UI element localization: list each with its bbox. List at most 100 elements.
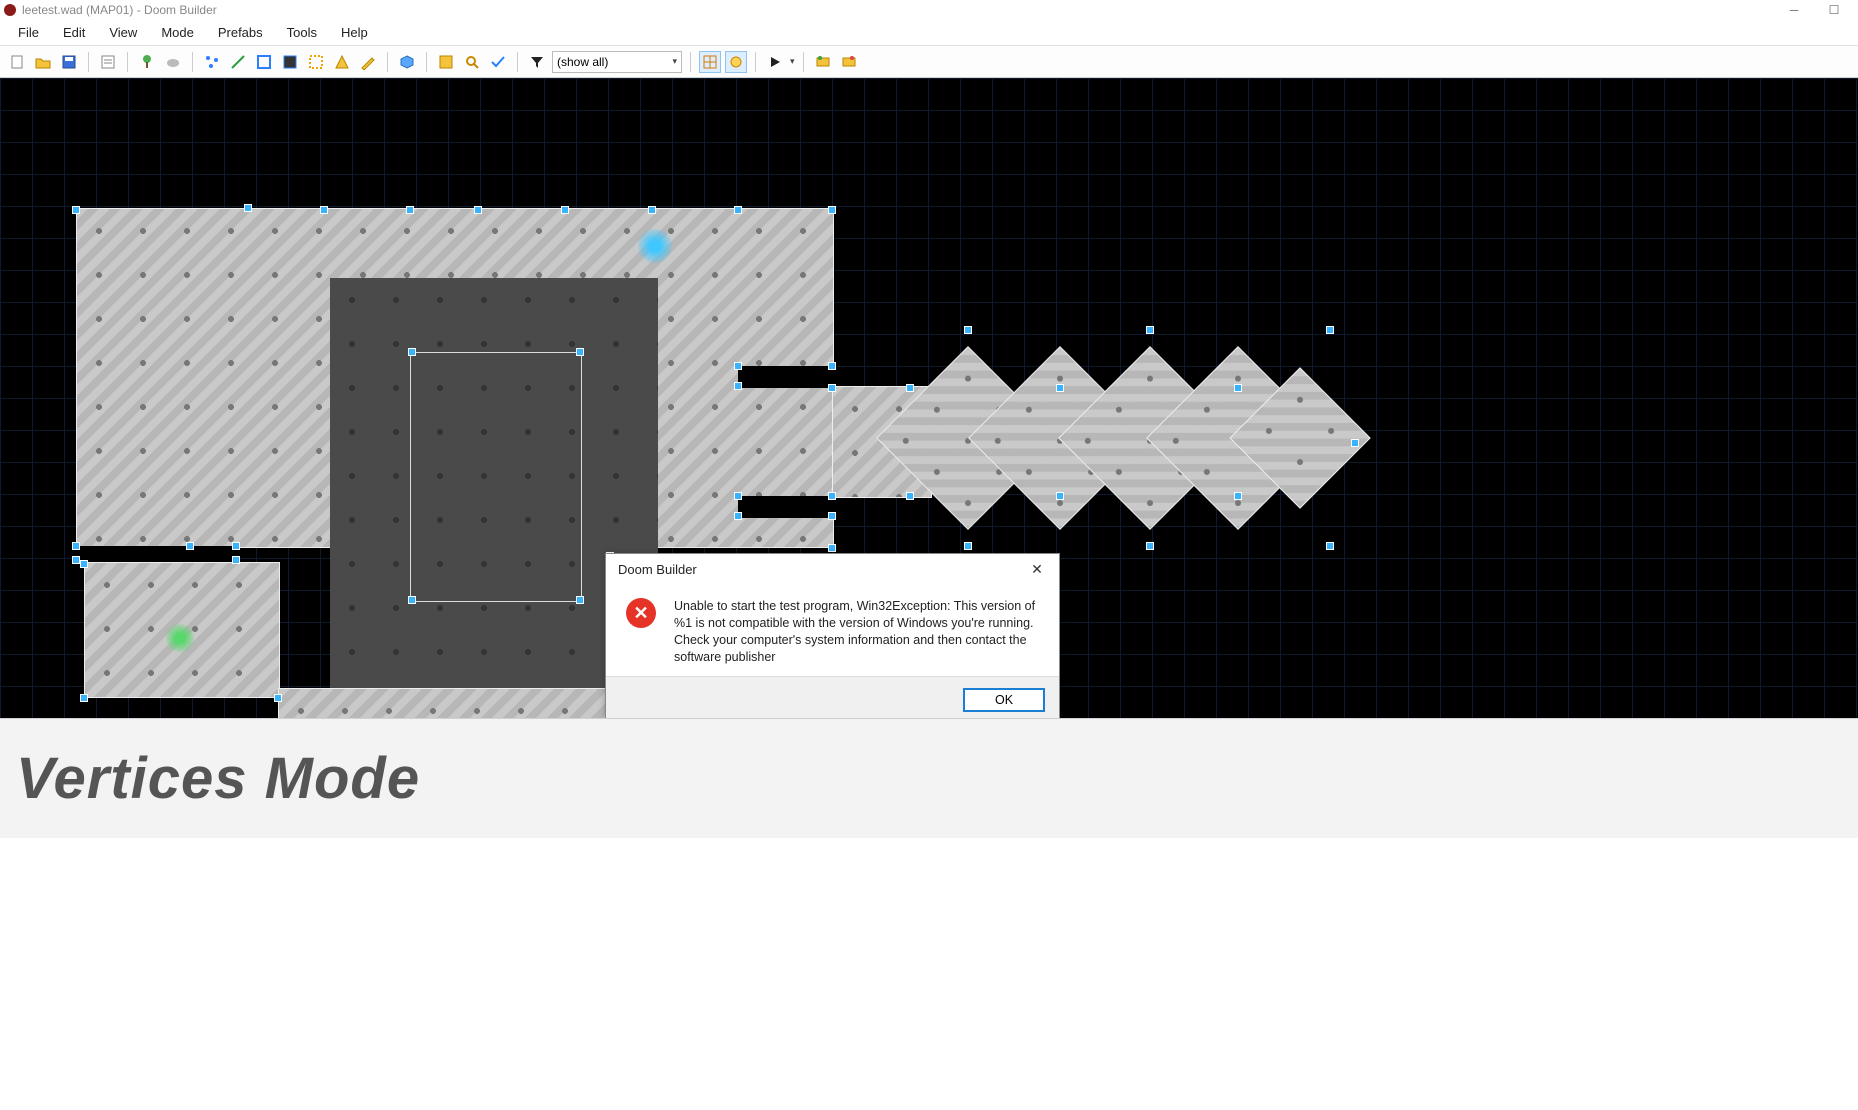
menu-bar: File Edit View Mode Prefabs Tools Help <box>0 20 1858 46</box>
vertex[interactable] <box>80 694 88 702</box>
vertex[interactable] <box>1326 326 1334 334</box>
vertex[interactable] <box>561 206 569 214</box>
menu-file[interactable]: File <box>6 21 51 44</box>
vertex[interactable] <box>72 542 80 550</box>
play-dropdown-arrow[interactable]: ▾ <box>790 56 795 67</box>
vertex[interactable] <box>1351 439 1359 447</box>
vertex[interactable] <box>576 348 584 356</box>
error-dialog: Doom Builder ✕ ✕ Unable to start the tes… <box>605 553 1060 718</box>
brightness-mode-button[interactable] <box>279 51 301 73</box>
vertex[interactable] <box>72 206 80 214</box>
vertex[interactable] <box>828 362 836 370</box>
vertex[interactable] <box>734 362 742 370</box>
dialog-ok-button[interactable]: OK <box>963 688 1045 712</box>
vertex[interactable] <box>828 544 836 552</box>
vertex[interactable] <box>1146 326 1154 334</box>
gap-2 <box>738 366 834 388</box>
vertex[interactable] <box>406 206 414 214</box>
mode-bar: Vertices Mode <box>0 718 1858 838</box>
mode-label: Vertices Mode <box>16 745 420 812</box>
things-mode-button[interactable] <box>305 51 327 73</box>
vertex[interactable] <box>906 492 914 500</box>
vertex[interactable] <box>828 492 836 500</box>
grid-toggle-button[interactable] <box>699 51 721 73</box>
vertex[interactable] <box>1326 542 1334 550</box>
things-cloud-button[interactable] <box>162 51 184 73</box>
vertex[interactable] <box>1234 492 1242 500</box>
plugin-button-2[interactable] <box>838 51 860 73</box>
linedefs-mode-button[interactable] <box>227 51 249 73</box>
script-button[interactable] <box>97 51 119 73</box>
gap-3 <box>738 496 834 518</box>
gap-1 <box>76 546 236 562</box>
vertices-mode-button[interactable] <box>201 51 223 73</box>
menu-prefabs[interactable]: Prefabs <box>206 21 275 44</box>
error-icon: ✕ <box>626 598 656 628</box>
new-file-button[interactable] <box>6 51 28 73</box>
vertex[interactable] <box>408 348 416 356</box>
vertex[interactable] <box>734 382 742 390</box>
vertex[interactable] <box>964 542 972 550</box>
sector-bottom <box>278 688 612 718</box>
open-file-button[interactable] <box>32 51 54 73</box>
vertex[interactable] <box>232 556 240 564</box>
vertex[interactable] <box>244 204 252 212</box>
draw-mode-button[interactable] <box>357 51 379 73</box>
vertex[interactable] <box>1056 384 1064 392</box>
menu-tools[interactable]: Tools <box>275 21 329 44</box>
vertex[interactable] <box>186 542 194 550</box>
app-icon <box>4 4 16 16</box>
dialog-message: Unable to start the test program, Win32E… <box>674 598 1041 666</box>
vertex[interactable] <box>232 542 240 550</box>
dialog-title: Doom Builder <box>618 562 697 577</box>
autosnap-button[interactable] <box>725 51 747 73</box>
make-sector-button[interactable] <box>331 51 353 73</box>
vertex[interactable] <box>906 384 914 392</box>
maximize-button[interactable]: ☐ <box>1814 1 1854 19</box>
minimize-button[interactable]: ─ <box>1774 1 1814 19</box>
vertex[interactable] <box>474 206 482 214</box>
vertex[interactable] <box>320 206 328 214</box>
snap-grid-button[interactable] <box>435 51 457 73</box>
things-tree-button[interactable] <box>136 51 158 73</box>
filter-dropdown-label: (show all) <box>557 55 608 69</box>
vertex[interactable] <box>72 556 80 564</box>
dialog-close-button[interactable]: ✕ <box>1023 558 1051 580</box>
vertex[interactable] <box>964 326 972 334</box>
vertex[interactable] <box>828 384 836 392</box>
vertex[interactable] <box>734 206 742 214</box>
find-button[interactable] <box>461 51 483 73</box>
vertex[interactable] <box>80 560 88 568</box>
filter-dropdown[interactable]: (show all) ▾ <box>552 51 682 73</box>
vertex[interactable] <box>576 596 584 604</box>
menu-edit[interactable]: Edit <box>51 21 97 44</box>
vertex[interactable] <box>648 206 656 214</box>
chevron-down-icon: ▾ <box>672 56 677 67</box>
vertex[interactable] <box>734 492 742 500</box>
toolbar: (show all) ▾ ▾ <box>0 46 1858 78</box>
vertex[interactable] <box>734 512 742 520</box>
3d-mode-button[interactable] <box>396 51 418 73</box>
check-button[interactable] <box>487 51 509 73</box>
thing-player-start <box>637 228 673 264</box>
save-file-button[interactable] <box>58 51 80 73</box>
title-bar: leetest.wad (MAP01) - Doom Builder ─ ☐ <box>0 0 1858 20</box>
thing-item <box>165 623 195 653</box>
dialog-titlebar[interactable]: Doom Builder ✕ <box>606 554 1059 584</box>
vertex[interactable] <box>1056 492 1064 500</box>
menu-mode[interactable]: Mode <box>149 21 206 44</box>
play-test-button[interactable] <box>764 51 786 73</box>
vertex[interactable] <box>1146 542 1154 550</box>
menu-view[interactable]: View <box>97 21 149 44</box>
editor-canvas[interactable]: Doom Builder ✕ ✕ Unable to start the tes… <box>0 78 1858 718</box>
menu-help[interactable]: Help <box>329 21 380 44</box>
vertex[interactable] <box>828 206 836 214</box>
plugin-button-1[interactable] <box>812 51 834 73</box>
window-title: leetest.wad (MAP01) - Doom Builder <box>22 3 217 17</box>
filter-button[interactable] <box>526 51 548 73</box>
vertex[interactable] <box>1234 384 1242 392</box>
vertex[interactable] <box>408 596 416 604</box>
vertex[interactable] <box>274 694 282 702</box>
vertex[interactable] <box>828 512 836 520</box>
sectors-mode-button[interactable] <box>253 51 275 73</box>
